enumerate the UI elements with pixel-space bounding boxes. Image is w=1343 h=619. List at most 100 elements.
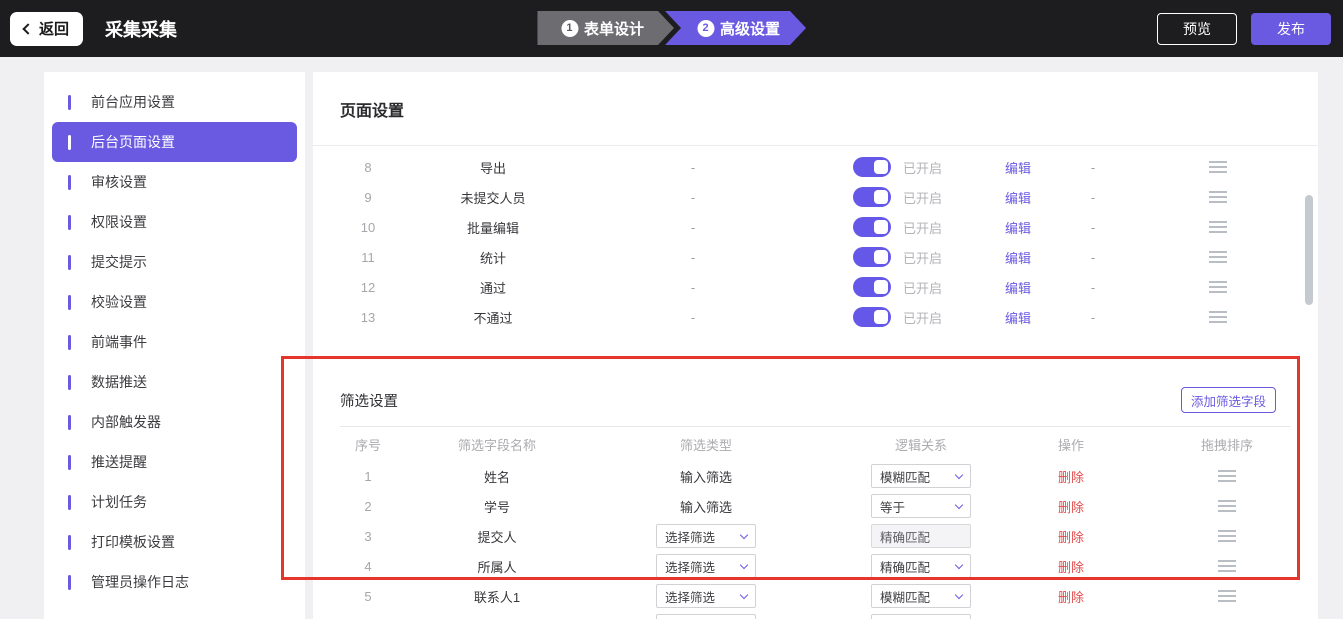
drag-handle-icon[interactable] bbox=[1218, 560, 1236, 572]
edit-link[interactable]: 编辑 bbox=[973, 158, 1063, 177]
placeholder-dash: - bbox=[690, 219, 696, 235]
select-value: 精确匹配 bbox=[880, 530, 931, 545]
step-form-design[interactable]: 1 表单设计 bbox=[537, 11, 674, 45]
drag-handle-icon[interactable] bbox=[1209, 311, 1227, 323]
delete-link[interactable]: 删除 bbox=[1001, 467, 1141, 486]
sidebar-item-3[interactable]: 权限设置 bbox=[52, 202, 297, 242]
sidebar-item-0[interactable]: 前台应用设置 bbox=[52, 82, 297, 122]
sidebar-item-label: 审核设置 bbox=[91, 174, 147, 190]
vertical-scrollbar-thumb[interactable] bbox=[1305, 195, 1313, 305]
chevron-down-icon bbox=[739, 560, 749, 569]
logic-relation-select[interactable]: 等于 bbox=[871, 494, 971, 518]
toggle-switch[interactable] bbox=[853, 277, 891, 297]
logic-relation-select[interactable]: 模糊匹配 bbox=[871, 464, 971, 488]
top-header: 返回 采集采集 1 表单设计 2 高级设置 预览 发布 bbox=[0, 0, 1343, 57]
edit-link[interactable]: 编辑 bbox=[973, 278, 1063, 297]
placeholder-dash: - bbox=[690, 279, 696, 295]
drag-cell bbox=[1123, 221, 1313, 233]
page-setting-row: 13 不通过 - 已开启 编辑 - bbox=[313, 302, 1318, 332]
drag-handle-icon[interactable] bbox=[1209, 221, 1227, 233]
toggle-switch[interactable] bbox=[853, 307, 891, 327]
drag-handle-icon[interactable] bbox=[1218, 530, 1236, 542]
edit-link[interactable]: 编辑 bbox=[973, 308, 1063, 327]
row-index: 1 bbox=[364, 468, 372, 484]
filter-table-column-headers: 序号 筛选字段名称 筛选类型 逻辑关系 操作 拖拽排序 bbox=[313, 427, 1318, 461]
toggle-switch[interactable] bbox=[853, 187, 891, 207]
filter-column-header: 拖拽排序 bbox=[1200, 437, 1253, 453]
chevron-down-icon bbox=[739, 530, 749, 539]
drag-handle-icon[interactable] bbox=[1218, 590, 1236, 602]
drag-handle-icon[interactable] bbox=[1209, 281, 1227, 293]
filter-field-name: 联系人1 bbox=[473, 589, 521, 605]
item-indicator-bar bbox=[68, 134, 71, 150]
edit-link[interactable]: 编辑 bbox=[973, 188, 1063, 207]
section-title-filter-settings: 筛选设置 bbox=[340, 393, 398, 410]
logic-relation-select[interactable]: 模糊匹配 bbox=[871, 584, 971, 608]
toggle-cell: 已开启 bbox=[823, 277, 973, 297]
toggle-switch[interactable] bbox=[853, 157, 891, 177]
toggle-switch[interactable] bbox=[853, 247, 891, 267]
logic-relation-select[interactable]: 精确匹配 bbox=[871, 554, 971, 578]
toggle-status-label: 已开启 bbox=[903, 220, 943, 236]
drag-handle-icon[interactable] bbox=[1209, 191, 1227, 203]
drag-handle-icon[interactable] bbox=[1209, 251, 1227, 263]
delete-link[interactable]: 删除 bbox=[1001, 497, 1141, 516]
filter-row: 4 所属人 选择筛选 精确匹配 删除 bbox=[313, 551, 1318, 581]
back-button-label: 返回 bbox=[39, 21, 70, 38]
toggle-cell: 已开启 bbox=[823, 187, 973, 207]
filter-type-select[interactable]: 选择筛选 bbox=[656, 554, 756, 578]
edit-link[interactable]: 编辑 bbox=[973, 248, 1063, 267]
sidebar-item-label: 前台应用设置 bbox=[91, 94, 175, 110]
sidebar-item-4[interactable]: 提交提示 bbox=[52, 242, 297, 282]
edit-link[interactable]: 编辑 bbox=[973, 218, 1063, 237]
publish-button[interactable]: 发布 bbox=[1251, 12, 1331, 45]
back-button[interactable]: 返回 bbox=[10, 11, 84, 46]
toggle-status-label: 已开启 bbox=[903, 190, 943, 206]
filter-type-select[interactable]: 选择筛选 bbox=[656, 524, 756, 548]
filter-table: 1 姓名 输入筛选 模糊匹配 删除 2 学号 输入筛选 等于 删除 3 提交人 选择筛选 精确匹配 删除 4 所… bbox=[313, 461, 1318, 619]
item-indicator-bar bbox=[68, 214, 71, 230]
drag-handle-icon[interactable] bbox=[1209, 161, 1227, 173]
sidebar-item-label: 后台页面设置 bbox=[91, 134, 175, 150]
logic-relation-select[interactable] bbox=[871, 614, 971, 619]
sidebar-item-7[interactable]: 数据推送 bbox=[52, 362, 297, 402]
row-index: 9 bbox=[364, 189, 372, 205]
sidebar-item-12[interactable]: 管理员操作日志 bbox=[52, 562, 297, 602]
filter-type-select[interactable]: 选择筛选 bbox=[656, 584, 756, 608]
add-filter-field-button[interactable]: 添加筛选字段 bbox=[1180, 387, 1276, 413]
delete-link[interactable]: 删除 bbox=[1001, 527, 1141, 546]
preview-button[interactable]: 预览 bbox=[1157, 12, 1237, 45]
item-indicator-bar bbox=[68, 374, 71, 390]
delete-link[interactable]: 删除 bbox=[1001, 557, 1141, 576]
drag-handle-icon[interactable] bbox=[1218, 470, 1236, 482]
toggle-switch[interactable] bbox=[853, 217, 891, 237]
sidebar-item-label: 前端事件 bbox=[91, 334, 147, 350]
sidebar-item-11[interactable]: 打印模板设置 bbox=[52, 522, 297, 562]
sidebar-item-6[interactable]: 前端事件 bbox=[52, 322, 297, 362]
sidebar-item-8[interactable]: 内部触发器 bbox=[52, 402, 297, 442]
sidebar-item-1[interactable]: 后台页面设置 bbox=[52, 122, 297, 162]
logic-relation-cell bbox=[841, 614, 1001, 619]
drag-cell bbox=[1123, 281, 1313, 293]
sidebar-item-9[interactable]: 推送提醒 bbox=[52, 442, 297, 482]
filter-type-select[interactable] bbox=[656, 614, 756, 619]
sidebar-item-2[interactable]: 审核设置 bbox=[52, 162, 297, 202]
logic-relation-cell: 精确匹配 bbox=[841, 524, 1001, 548]
sidebar-item-10[interactable]: 计划任务 bbox=[52, 482, 297, 522]
select-value: 精确匹配 bbox=[880, 560, 931, 575]
placeholder-dash: - bbox=[690, 189, 696, 205]
placeholder-dash: - bbox=[1090, 219, 1096, 235]
step-advanced-settings[interactable]: 2 高级设置 bbox=[665, 11, 806, 45]
placeholder-dash: - bbox=[690, 249, 696, 265]
row-index: 11 bbox=[361, 249, 375, 265]
sidebar-item-label: 内部触发器 bbox=[91, 414, 161, 430]
setting-name: 批量编辑 bbox=[466, 220, 519, 236]
filter-row bbox=[313, 611, 1318, 619]
delete-link[interactable]: 删除 bbox=[1001, 587, 1141, 606]
sidebar-item-label: 打印模板设置 bbox=[91, 534, 175, 550]
item-indicator-bar bbox=[68, 174, 71, 190]
drag-handle-icon[interactable] bbox=[1218, 500, 1236, 512]
sidebar-item-5[interactable]: 校验设置 bbox=[52, 282, 297, 322]
toggle-status-label: 已开启 bbox=[903, 280, 943, 296]
item-indicator-bar bbox=[68, 454, 71, 470]
